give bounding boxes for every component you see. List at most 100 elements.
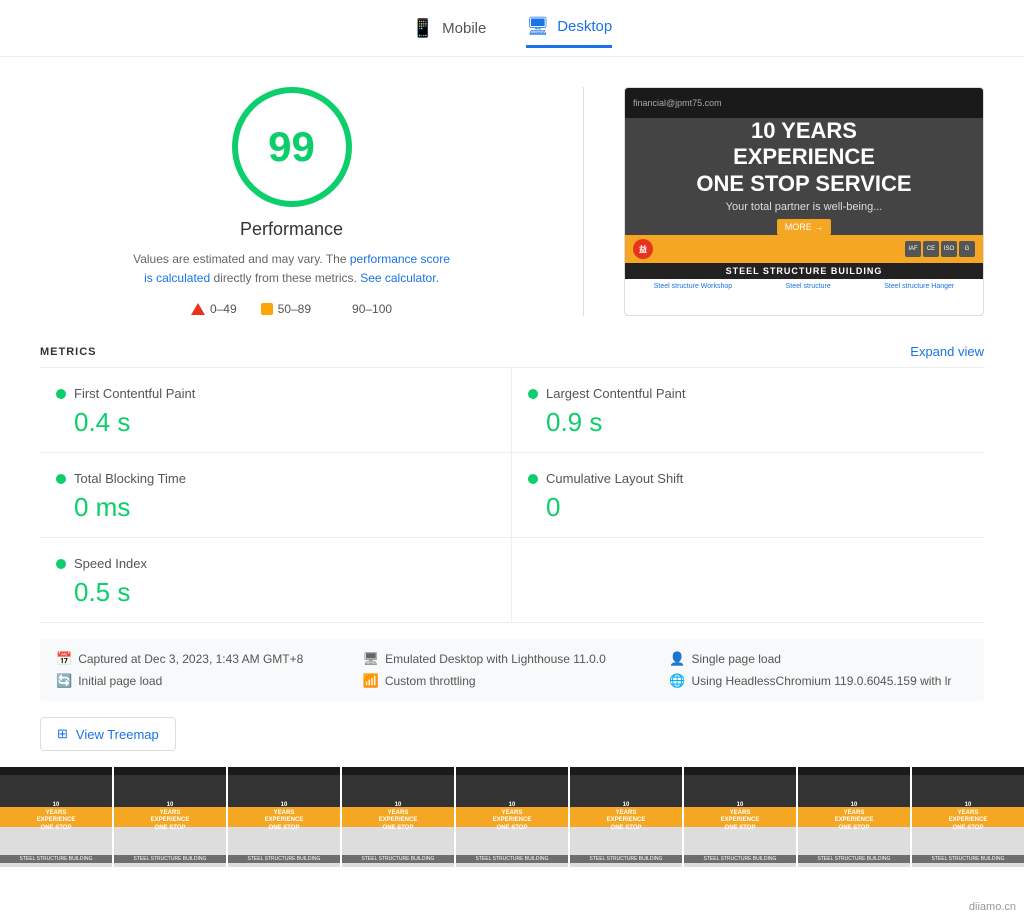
globe-icon: 🌐: [669, 673, 685, 689]
mock-logo-circle: 益: [633, 239, 653, 259]
legend-item-good: 90–100: [335, 302, 392, 316]
metric-value-fcp: 0.4 s: [56, 407, 495, 438]
info-single-page-text: Single page load: [692, 652, 781, 666]
metric-header-cls: Cumulative Layout Shift: [528, 471, 968, 486]
info-captured-text: Captured at Dec 3, 2023, 1:43 AM GMT+8: [78, 652, 303, 666]
refresh-icon: 🔄: [56, 673, 72, 689]
legend-triangle-icon: [191, 303, 205, 315]
treemap-icon: ⊞: [57, 726, 68, 742]
wifi-icon: 📶: [363, 673, 379, 689]
thumbnail-9: 10YEARSEXPERIENCEONE STOP STEEL STRUCTUR…: [912, 767, 1024, 867]
mock-links: Steel structure Workshop Steel structure…: [625, 279, 983, 294]
metric-dot-lcp: [528, 389, 538, 399]
watermark: diiamo.cn: [969, 901, 1016, 913]
tab-mobile[interactable]: 📱 Mobile: [412, 18, 487, 47]
thumbnail-2: 10YEARSEXPERIENCEONE STOP STEEL STRUCTUR…: [114, 767, 228, 867]
metrics-section: METRICS Expand view First Contentful Pai…: [0, 336, 1024, 623]
metric-value-cls: 0: [528, 492, 968, 523]
user-icon: 👤: [669, 651, 685, 667]
mock-link-structure: Steel structure: [786, 283, 831, 290]
thumb-label-6: STEEL STRUCTURE BUILDING: [570, 855, 682, 863]
metric-header-si: Speed Index: [56, 556, 495, 571]
metric-card-si: Speed Index 0.5 s: [40, 538, 512, 623]
treemap-label: View Treemap: [76, 727, 159, 742]
score-desc: Values are estimated and may vary. The p…: [132, 250, 452, 288]
legend-dot-icon: [335, 303, 347, 315]
thumbnail-4: 10YEARSEXPERIENCEONE STOP STEEL STRUCTUR…: [342, 767, 456, 867]
thumb-label-2: STEEL STRUCTURE BUILDING: [114, 855, 226, 863]
calendar-icon: 📅: [56, 651, 72, 667]
expand-view-link[interactable]: Expand view: [910, 344, 984, 359]
thumb-label-8: STEEL STRUCTURE BUILDING: [798, 855, 910, 863]
thumb-label-4: STEEL STRUCTURE BUILDING: [342, 855, 454, 863]
mock-link-hanger: Steel structure Hanger: [884, 283, 954, 290]
metric-dot-cls: [528, 474, 538, 484]
tabs-bar: 📱 Mobile 🖥 Desktop: [0, 0, 1024, 57]
info-browser-text: Using HeadlessChromium 119.0.6045.159 wi…: [692, 674, 952, 688]
thumbnail-7: 10YEARSEXPERIENCEONE STOP STEEL STRUCTUR…: [684, 767, 798, 867]
main-content: 99 Performance Values are estimated and …: [0, 57, 1024, 336]
tab-mobile-label: Mobile: [442, 20, 486, 37]
mock-nav-bar: financial@jpmt75.com: [625, 88, 983, 118]
thumb-label-7: STEEL STRUCTURE BUILDING: [684, 855, 796, 863]
metrics-header: METRICS Expand view: [40, 336, 984, 368]
thumbnail-1: 10YEARSEXPERIENCEONE STOP STEEL STRUCTUR…: [0, 767, 114, 867]
mock-hero-text: 10 YEARSEXPERIENCEONE STOP SERVICE Your …: [696, 118, 911, 235]
metric-dot-fcp: [56, 389, 66, 399]
tab-desktop-label: Desktop: [557, 18, 612, 35]
mock-hero-sub: Your total partner is well-being...: [696, 201, 911, 213]
metric-name-fcp: First Contentful Paint: [74, 386, 195, 401]
info-browser: 🌐 Using HeadlessChromium 119.0.6045.159 …: [669, 673, 968, 689]
mock-bottom-bar: 益 IAF CE ISO G: [625, 235, 983, 263]
thumb-label-1: STEEL STRUCTURE BUILDING: [0, 855, 112, 863]
legend-square-icon: [261, 303, 273, 315]
info-single-page: 👤 Single page load: [669, 651, 968, 667]
metric-value-tbt: 0 ms: [56, 492, 495, 523]
screenshot-section: financial@jpmt75.com 10 YEARSEXPERIENCEO…: [624, 87, 984, 316]
info-throttling-text: Custom throttling: [385, 674, 476, 688]
info-initial-load: 🔄 Initial page load: [56, 673, 355, 689]
legend: 0–49 50–89 90–100: [191, 302, 392, 316]
metric-card-lcp: Largest Contentful Paint 0.9 s: [512, 368, 984, 453]
mobile-icon: 📱: [412, 18, 434, 39]
mock-nav-url: financial@jpmt75.com: [633, 98, 722, 108]
score-section: 99 Performance Values are estimated and …: [40, 87, 543, 316]
info-emulated-text: Emulated Desktop with Lighthouse 11.0.0: [385, 652, 606, 666]
metric-dot-si: [56, 559, 66, 569]
info-throttling: 📶 Custom throttling: [363, 673, 662, 689]
metric-card-tbt: Total Blocking Time 0 ms: [40, 453, 512, 538]
mock-badge-iso: ISO: [941, 241, 957, 257]
metric-name-lcp: Largest Contentful Paint: [546, 386, 685, 401]
thumbnails-row: 10YEARSEXPERIENCEONE STOP STEEL STRUCTUR…: [0, 767, 1024, 867]
desktop-icon: 🖥: [526, 16, 549, 37]
metric-header-lcp: Largest Contentful Paint: [528, 386, 968, 401]
mock-badges: IAF CE ISO G: [905, 241, 975, 257]
metric-value-si: 0.5 s: [56, 577, 495, 608]
legend-good-label: 90–100: [352, 302, 392, 316]
thumbnail-3: 10YEARSEXPERIENCEONE STOP STEEL STRUCTUR…: [228, 767, 342, 867]
mock-link-workshop: Steel structure Workshop: [654, 283, 732, 290]
legend-item-medium: 50–89: [261, 302, 311, 316]
tab-desktop[interactable]: 🖥 Desktop: [526, 16, 612, 48]
metrics-title: METRICS: [40, 346, 97, 358]
info-initial-load-text: Initial page load: [78, 674, 162, 688]
metric-name-tbt: Total Blocking Time: [74, 471, 186, 486]
thumbnail-5: 10YEARSEXPERIENCEONE STOP STEEL STRUCTUR…: [456, 767, 570, 867]
calculator-link[interactable]: See calculator.: [360, 271, 439, 285]
score-number: 99: [268, 123, 315, 171]
metric-header-tbt: Total Blocking Time: [56, 471, 495, 486]
legend-bad-label: 0–49: [210, 302, 237, 316]
mock-badge-iaf: IAF: [905, 241, 921, 257]
thumbnail-8: 10YEARSEXPERIENCEONE STOP STEEL STRUCTUR…: [798, 767, 912, 867]
thumbnail-6: 10YEARSEXPERIENCEONE STOP STEEL STRUCTUR…: [570, 767, 684, 867]
view-treemap-button[interactable]: ⊞ View Treemap: [40, 717, 176, 751]
metric-value-lcp: 0.9 s: [528, 407, 968, 438]
metric-name-cls: Cumulative Layout Shift: [546, 471, 683, 486]
mock-logo-area: 益: [633, 239, 653, 259]
info-captured: 📅 Captured at Dec 3, 2023, 1:43 AM GMT+8: [56, 651, 355, 667]
emulated-icon: 🖥: [363, 651, 380, 667]
legend-medium-label: 50–89: [278, 302, 311, 316]
score-circle: 99: [232, 87, 352, 207]
metric-card-empty: [512, 538, 984, 623]
metric-dot-tbt: [56, 474, 66, 484]
